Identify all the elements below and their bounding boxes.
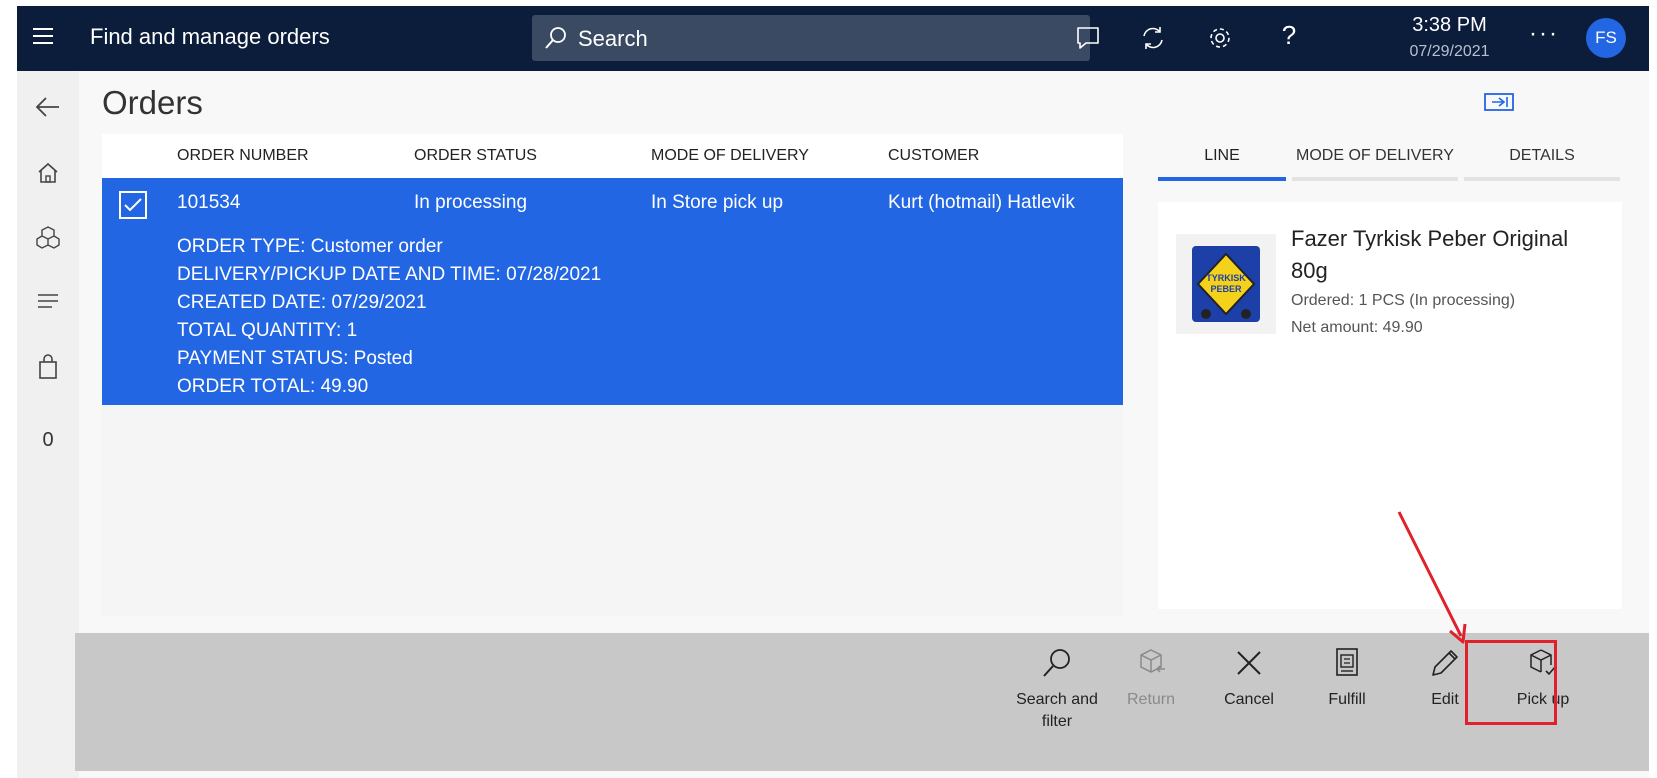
fulfill-button[interactable]: Fulfill bbox=[1301, 647, 1393, 711]
avatar[interactable]: FS bbox=[1586, 18, 1626, 58]
search-icon bbox=[545, 27, 566, 49]
help-icon[interactable]: ? bbox=[1274, 20, 1304, 50]
detail-created-date: CREATED DATE: 07/29/2021 bbox=[177, 292, 427, 313]
shopping-bag-icon[interactable] bbox=[30, 349, 66, 385]
more-options-icon[interactable]: ··· bbox=[1529, 20, 1559, 48]
search-filter-button[interactable]: Search and filter bbox=[1003, 647, 1111, 733]
product-image-text: TYRKISK bbox=[1206, 273, 1246, 283]
cell-order-status: In processing bbox=[414, 192, 528, 213]
products-icon[interactable] bbox=[30, 219, 66, 255]
grid-header: ORDER NUMBER ORDER STATUS MODE OF DELIVE… bbox=[102, 134, 1123, 178]
table-row[interactable]: 101534 In processing In Store pick up Ku… bbox=[102, 178, 1123, 405]
top-bar: Find and manage orders Search ? 3:38 PM … bbox=[17, 6, 1649, 71]
product-ordered: Ordered: 1 PCS (In processing) bbox=[1291, 292, 1516, 309]
tab-mode-of-delivery[interactable]: MODE OF DELIVERY bbox=[1292, 147, 1458, 165]
cell-order-number: 101534 bbox=[177, 192, 241, 213]
feedback-icon[interactable] bbox=[1074, 24, 1104, 54]
back-arrow-icon[interactable] bbox=[30, 89, 66, 125]
return-button[interactable]: Return bbox=[1105, 647, 1197, 711]
refresh-icon[interactable] bbox=[1139, 24, 1169, 54]
product-image: TYRKISK PEBER bbox=[1176, 234, 1276, 334]
search-input[interactable]: Search bbox=[532, 15, 1090, 61]
column-header-order-number[interactable]: ORDER NUMBER bbox=[177, 147, 309, 165]
panel-toggle-icon[interactable] bbox=[1484, 92, 1514, 117]
cell-customer: Kurt (hotmail) Hatlevik bbox=[888, 192, 1075, 213]
detail-order-total: ORDER TOTAL: 49.90 bbox=[177, 376, 369, 397]
clock-date: 07/29/2021 bbox=[1409, 43, 1490, 60]
checkmark-icon bbox=[124, 198, 142, 212]
lines-icon[interactable] bbox=[30, 283, 66, 319]
pencil-icon bbox=[1432, 650, 1458, 676]
hamburger-icon[interactable] bbox=[33, 28, 55, 48]
row-checkbox[interactable] bbox=[119, 191, 147, 219]
return-icon bbox=[1140, 649, 1165, 673]
tab-underline bbox=[1292, 177, 1458, 181]
search-filter-label: Search and filter bbox=[1016, 691, 1098, 730]
detail-tabs: LINE MODE OF DELIVERY DETAILS bbox=[1158, 134, 1622, 182]
detail-order-type: ORDER TYPE: Customer order bbox=[177, 236, 443, 257]
detail-pickup-date: DELIVERY/PICKUP DATE AND TIME: 07/28/202… bbox=[177, 264, 602, 285]
search-icon bbox=[1043, 649, 1070, 677]
left-nav: 0 bbox=[17, 71, 79, 778]
fulfill-label: Fulfill bbox=[1328, 691, 1366, 708]
clock-time: 3:38 PM bbox=[1412, 14, 1487, 36]
search-placeholder: Search bbox=[578, 26, 648, 51]
active-tab-indicator bbox=[1158, 177, 1286, 181]
detail-payment-status: PAYMENT STATUS: Posted bbox=[177, 348, 413, 369]
tab-underline bbox=[1464, 177, 1620, 181]
orders-grid: ORDER NUMBER ORDER STATUS MODE OF DELIVE… bbox=[102, 134, 1123, 616]
line-card: TYRKISK PEBER Fazer Tyrkisk Peber Origin… bbox=[1158, 202, 1622, 609]
cell-mode-of-delivery: In Store pick up bbox=[651, 192, 784, 213]
cancel-label: Cancel bbox=[1224, 691, 1274, 708]
command-bar: Search and filter Return Cancel Fulfill … bbox=[75, 633, 1649, 771]
cart-count: 0 bbox=[42, 429, 54, 451]
cancel-button[interactable]: Cancel bbox=[1203, 647, 1295, 711]
return-label: Return bbox=[1126, 691, 1176, 708]
column-header-customer[interactable]: CUSTOMER bbox=[888, 147, 979, 165]
page-title: Orders bbox=[102, 84, 203, 121]
product-net-amount: Net amount: 49.90 bbox=[1291, 319, 1423, 336]
home-icon[interactable] bbox=[30, 155, 66, 191]
settings-icon[interactable] bbox=[1206, 24, 1236, 54]
column-header-mode-of-delivery[interactable]: MODE OF DELIVERY bbox=[651, 147, 809, 165]
close-icon bbox=[1237, 651, 1261, 675]
app-title: Find and manage orders bbox=[90, 24, 330, 49]
app-window: Find and manage orders Search ? 3:38 PM … bbox=[17, 6, 1649, 778]
tab-line[interactable]: LINE bbox=[1158, 147, 1286, 165]
highlight-box bbox=[1465, 640, 1557, 725]
column-header-order-status[interactable]: ORDER STATUS bbox=[414, 147, 537, 165]
product-name: Fazer Tyrkisk Peber Original 80g bbox=[1291, 226, 1569, 283]
tab-details[interactable]: DETAILS bbox=[1464, 147, 1620, 165]
fulfill-icon bbox=[1336, 648, 1358, 676]
product-image-text: PEBER bbox=[1210, 284, 1242, 294]
detail-total-quantity: TOTAL QUANTITY: 1 bbox=[177, 320, 358, 341]
